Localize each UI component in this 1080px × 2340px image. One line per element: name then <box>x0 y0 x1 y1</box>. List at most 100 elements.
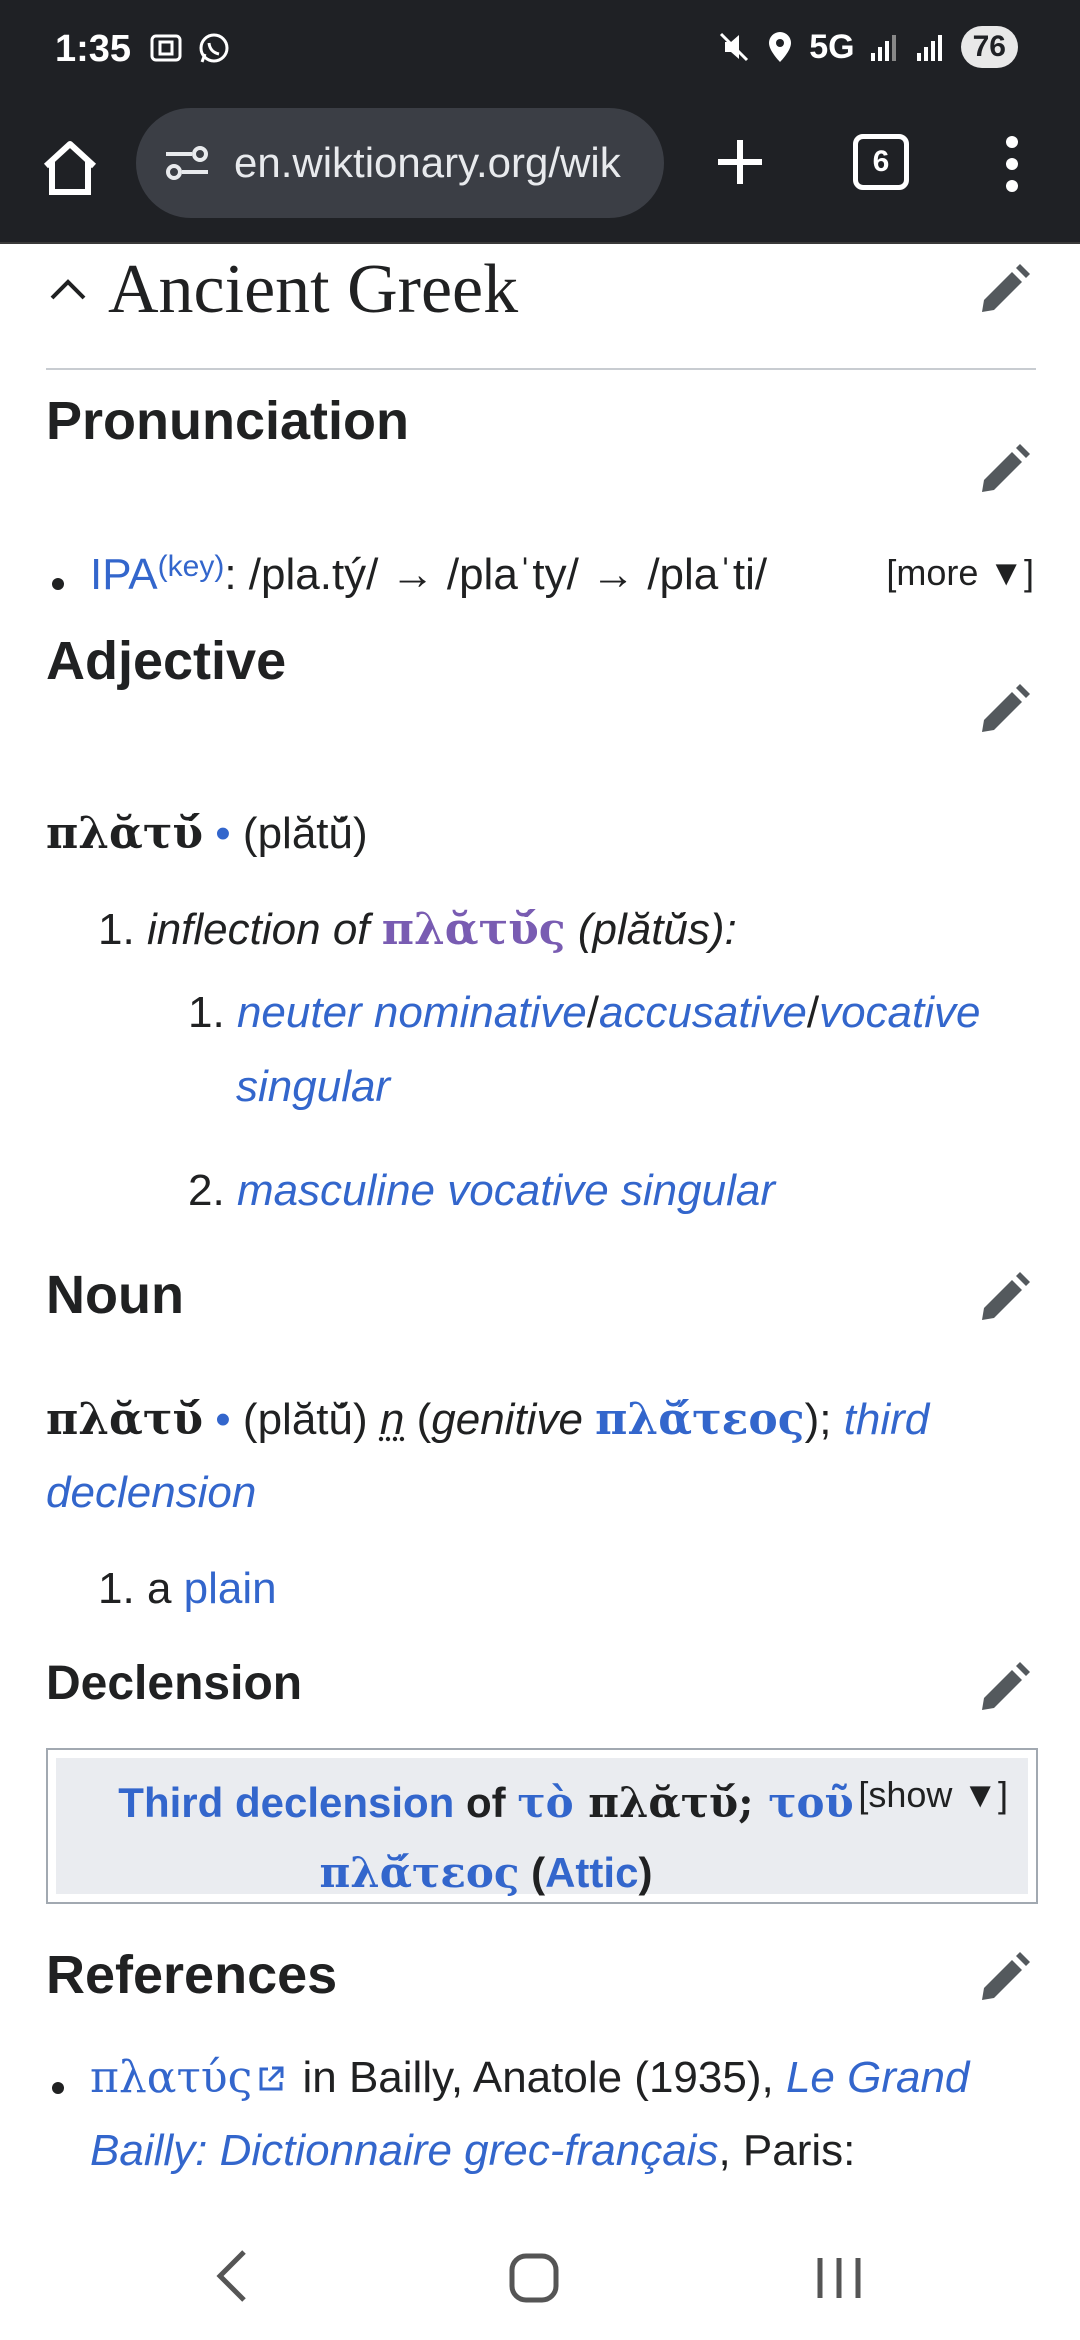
language-section-header[interactable]: Ancient Greek <box>46 244 1036 370</box>
paren: ) <box>638 1849 653 1896</box>
reference-text: in Bailly, Anatole (1935), <box>290 2053 786 2102</box>
address-bar[interactable]: en.wiktionary.org/wik <box>136 108 664 218</box>
paren: ( <box>404 1395 432 1444</box>
sense-text: a <box>146 1564 184 1613</box>
ipa-transcription: : /pla.tý/ → /plaˈty/ → /plaˈti/ <box>224 550 768 599</box>
form-link[interactable]: masculine vocative singular <box>237 1166 775 1215</box>
genitive-label: genitive <box>431 1395 583 1444</box>
edit-icon[interactable] <box>976 1950 1032 2006</box>
gender-label[interactable]: n <box>380 1395 404 1444</box>
edit-icon[interactable] <box>976 262 1032 318</box>
noun-transliteration: (plătŭ́) <box>242 1395 380 1444</box>
noun-headword: πλᾰτῠ́ <box>46 1394 204 1445</box>
sense-number: 1. <box>98 1564 135 1613</box>
notification-icons <box>148 30 232 66</box>
url-text[interactable]: en.wiktionary.org/wik <box>234 139 621 187</box>
declension-table[interactable]: Third declension of τὸ πλᾰτῠ́; τοῦ πλᾰ́τε… <box>46 1748 1038 1904</box>
noun-sense-1: 1. a plain <box>98 1564 277 1614</box>
references-heading: References <box>46 1945 338 2005</box>
article-link[interactable]: τοῦ <box>768 1778 853 1827</box>
list-bullet <box>52 578 64 590</box>
edit-icon[interactable] <box>976 682 1032 738</box>
signal-icon <box>870 35 896 61</box>
separator-dot: • <box>203 809 243 858</box>
edit-icon[interactable] <box>976 442 1032 498</box>
adjective-subsense-1: 1. neuter nominative/accusative/vocative <box>188 988 981 1037</box>
status-time: 1:35 <box>55 28 132 70</box>
browser-toolbar: en.wiktionary.org/wik 6 <box>0 100 1080 244</box>
book-title-link[interactable]: Le Grand <box>786 2053 969 2102</box>
whatsapp-icon <box>199 33 229 63</box>
ipa-key-link[interactable]: (key) <box>158 550 225 583</box>
home-nav-icon[interactable] <box>508 2252 560 2304</box>
of-text: of <box>454 1779 518 1826</box>
recents-icon[interactable] <box>814 2252 864 2304</box>
system-icons: 5G 76 <box>717 26 1018 68</box>
adjective-subsense-2: 2. masculine vocative singular <box>188 1166 775 1216</box>
reference-line-cont: Bailly: Dictionnaire grec-français, Pari… <box>90 2126 855 2176</box>
adjective-heading: Adjective <box>46 631 287 691</box>
genitive-link[interactable]: πλᾰ́τεος <box>595 1394 804 1445</box>
form-link[interactable]: accusative <box>599 988 807 1037</box>
subsense-number: 1. <box>188 988 225 1037</box>
declension-heading: Declension <box>46 1657 303 1710</box>
signal-icon <box>916 35 942 61</box>
tab-switcher-button[interactable]: 6 <box>853 134 909 190</box>
form-link[interactable]: neuter nominative <box>237 988 587 1037</box>
status-bar: 1:35 5G 76 <box>0 0 1080 100</box>
chevron-up-icon[interactable] <box>46 268 90 312</box>
declension-type-link[interactable]: Third declension <box>118 1779 454 1826</box>
paren: ); <box>804 1395 844 1444</box>
adjective-subsense-1-cont: singular <box>236 1062 390 1112</box>
article-link[interactable]: τὸ <box>517 1778 573 1827</box>
subsense-number: 2. <box>188 1166 225 1215</box>
sense-text: inflection of <box>146 905 382 954</box>
adjective-transliteration: (plătŭ́) <box>242 809 368 858</box>
language-title: Ancient Greek <box>108 251 519 328</box>
plain-link[interactable]: plain <box>184 1564 277 1613</box>
form-link[interactable]: vocative <box>819 988 980 1037</box>
show-toggle[interactable]: [show ▼] <box>858 1774 1008 1816</box>
form-link[interactable]: singular <box>236 1062 390 1111</box>
adjective-sense-1: 1. inflection of πλᾰτῠ́ς (plătŭ́s): <box>98 904 737 955</box>
more-menu-icon[interactable] <box>1000 134 1024 194</box>
lemma-link[interactable]: πλᾰτῠ́ς <box>382 904 566 955</box>
lemma-transliteration: (plătŭ́s) <box>565 905 725 954</box>
noun-headword-line: πλᾰτῠ́ • (plătŭ́) n (genitive πλᾰ́τεος);… <box>46 1394 929 1445</box>
declension-link[interactable]: declension <box>46 1468 256 1517</box>
adjective-headword-line: πλᾰτῠ́ • (plătŭ́) <box>46 808 368 859</box>
dialect-link[interactable]: Attic <box>545 1849 638 1896</box>
adjective-headword: πλᾰτῠ́ <box>46 808 204 859</box>
edit-icon[interactable] <box>976 1660 1032 1716</box>
more-toggle[interactable]: [more ▼] <box>886 552 1034 594</box>
mute-icon <box>720 32 749 62</box>
ipa-link[interactable]: IPA <box>90 550 158 599</box>
edit-icon[interactable] <box>976 1270 1032 1326</box>
book-title-link[interactable]: Bailly: Dictionnaire grec-français <box>90 2126 718 2175</box>
separator-dot: • <box>203 1395 243 1444</box>
ipa-line: IPA(key): /pla.tý/ → /plaˈty/ → /plaˈti/ <box>90 550 767 600</box>
system-nav-bar <box>0 2210 1080 2340</box>
genitive-form[interactable]: πλᾰ́τεος <box>320 1848 520 1897</box>
battery-indicator: 76 <box>960 26 1018 68</box>
home-icon[interactable] <box>38 136 102 200</box>
new-tab-icon[interactable] <box>708 130 772 194</box>
back-icon[interactable] <box>212 2248 252 2304</box>
reference-line: πλατύς in Bailly, Anatole (1935), Le Gra… <box>90 2052 969 2103</box>
declension-link[interactable]: third <box>844 1395 930 1444</box>
sense-colon: : <box>724 905 737 954</box>
noun-headword-line-cont: declension <box>46 1468 256 1518</box>
sense-number: 1. <box>98 905 135 954</box>
noun-heading: Noun <box>46 1265 184 1325</box>
paren: ( <box>519 1849 546 1896</box>
site-settings-icon[interactable] <box>162 138 212 188</box>
reference-text: , Paris: <box>718 2126 856 2175</box>
network-type: 5G <box>809 27 855 66</box>
bailly-link[interactable]: πλατύς <box>90 2052 252 2103</box>
external-link-icon <box>259 2066 284 2091</box>
screenshot-icon <box>150 34 182 62</box>
nominative-form: πλᾰτῠ́; <box>573 1778 769 1827</box>
declension-table-header: Third declension of τὸ πλᾰτῠ́; τοῦ πλᾰ́τε… <box>56 1758 1028 1897</box>
pronunciation-heading: Pronunciation <box>46 391 409 451</box>
list-bullet <box>52 2082 64 2094</box>
